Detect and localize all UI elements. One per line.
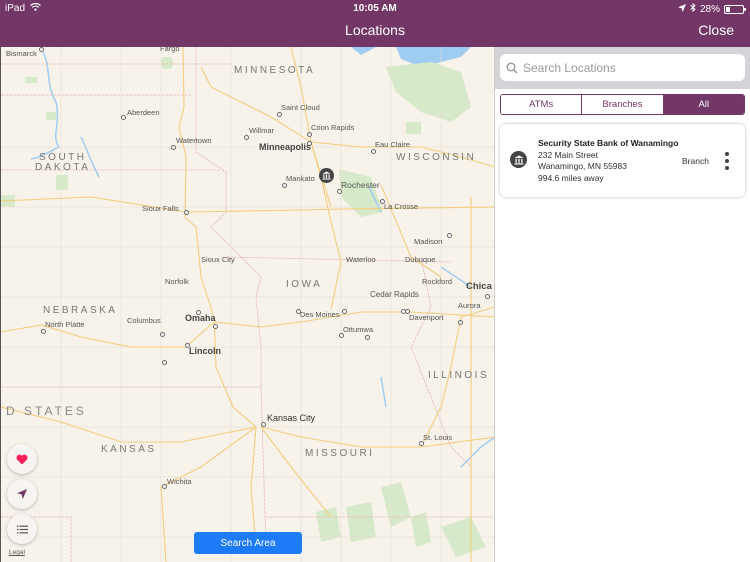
location-name: Security State Bank of Wanamingo: [538, 138, 679, 148]
search-field[interactable]: [500, 54, 745, 81]
city-label: Saint Cloud: [281, 103, 320, 112]
location-city: Wanamingo, MN 55983: [538, 161, 627, 171]
city-marker: [458, 320, 463, 325]
city-label: Sioux Falls: [142, 204, 179, 213]
bank-location-pin[interactable]: [319, 168, 334, 183]
city-label: Willmar: [249, 126, 274, 135]
region-label: MISSOURI: [305, 448, 375, 459]
city-label: Watertown: [176, 136, 212, 145]
status-bar: iPad 10:05 AM 28%: [0, 0, 750, 16]
city-marker: [371, 149, 376, 154]
city-label: Wichita: [167, 477, 192, 486]
city-label: Minneapolis: [259, 142, 312, 152]
city-marker: [447, 233, 452, 238]
location-result-card[interactable]: Security State Bank of Wanamingo 232 Mai…: [500, 124, 745, 197]
location-arrow-icon: [677, 3, 686, 15]
city-marker: [365, 335, 370, 340]
city-label: Aberdeen: [127, 108, 160, 117]
more-options-icon[interactable]: [724, 152, 730, 170]
region-label: DAKOTA: [35, 162, 91, 173]
city-label: Mankato: [286, 174, 315, 183]
city-label: Omaha: [185, 313, 216, 323]
region-label: D STATES: [6, 404, 87, 418]
city-label: Davenport: [409, 313, 444, 322]
list-view-button[interactable]: [7, 514, 37, 544]
city-marker: [307, 132, 312, 137]
page-title: Locations: [345, 22, 405, 38]
region-label: WISCONSIN: [396, 152, 477, 163]
list-icon: [16, 525, 28, 533]
city-label: Norfolk: [165, 277, 189, 286]
city-marker: [39, 47, 44, 52]
region-label: NEBRASKA: [43, 305, 118, 316]
close-button[interactable]: Close: [698, 22, 734, 38]
city-marker: [277, 112, 282, 117]
filter-segmented-control: ATMs Branches All: [500, 94, 745, 115]
city-label: Sioux City: [201, 255, 235, 264]
city-marker: [244, 135, 249, 140]
location-street: 232 Main Street: [538, 150, 599, 160]
region-label: IOWA: [286, 279, 323, 290]
battery-icon: [724, 4, 746, 14]
search-input[interactable]: [523, 60, 723, 75]
top-bar: iPad 10:05 AM 28% Locations Close: [0, 0, 750, 47]
search-area-button[interactable]: Search Area: [194, 532, 302, 554]
city-label: Kansas City: [267, 413, 316, 423]
search-icon: [506, 62, 518, 73]
bank-icon: [322, 171, 331, 180]
bluetooth-icon: [690, 2, 696, 15]
city-label: Ottumwa: [343, 325, 374, 334]
region-label: ILLINOIS: [428, 370, 490, 381]
current-location-button[interactable]: [7, 479, 37, 509]
city-marker: [184, 210, 189, 215]
city-label: Aurora: [458, 301, 481, 310]
city-marker: [213, 324, 218, 329]
city-label: Rockford: [422, 277, 453, 286]
filter-all[interactable]: All: [663, 95, 744, 114]
city-marker: [160, 332, 165, 337]
city-label: St. Louis: [423, 433, 453, 442]
city-label: Bismarck: [6, 49, 37, 58]
city-label: Madison: [414, 237, 443, 246]
city-label: Coon Rapids: [311, 123, 355, 132]
city-marker: [485, 294, 490, 299]
city-label: Lincoln: [189, 346, 221, 356]
city-marker: [261, 422, 266, 427]
city-marker: [171, 145, 176, 150]
map-view[interactable]: MINNESOTA SOUTH DAKOTA WISCONSIN IOWA NE…: [0, 47, 494, 562]
city-marker: [282, 183, 287, 188]
city-marker: [41, 329, 46, 334]
favorites-button[interactable]: [7, 444, 37, 474]
city-label: Chica: [466, 281, 492, 292]
city-label: Rochester: [341, 180, 380, 190]
city-label: Eau Claire: [375, 140, 411, 149]
location-distance: 994.6 miles away: [538, 173, 604, 183]
region-label: KANSAS: [101, 444, 157, 455]
city-label: Columbus: [127, 316, 161, 325]
city-label: North Platte: [45, 320, 85, 329]
search-bar: [495, 47, 750, 89]
location-arrow-icon: [17, 489, 27, 499]
heart-icon: [16, 454, 28, 464]
region-label: MINNESOTA: [234, 65, 316, 76]
city-label: La Crosse: [384, 202, 419, 211]
locations-panel: ATMs Branches All Security State Bank of…: [494, 47, 750, 562]
filter-atms[interactable]: ATMs: [501, 95, 583, 114]
legal-link[interactable]: Legal: [9, 549, 25, 556]
locations-screen: iPad 10:05 AM 28% Locations Close MINNES…: [0, 0, 750, 562]
filter-branches[interactable]: Branches: [582, 95, 664, 114]
city-marker: [342, 309, 347, 314]
city-label: Waterloo: [346, 255, 376, 264]
city-label: Des Moines: [300, 310, 340, 319]
location-type: Branch: [682, 156, 709, 166]
city-label: Fargo: [160, 47, 180, 53]
status-time: 10:05 AM: [353, 3, 397, 14]
city-marker: [162, 360, 167, 365]
city-marker: [121, 115, 126, 120]
bank-icon: [510, 151, 527, 168]
city-label: Cedar Rapids: [370, 290, 419, 299]
city-label: Dubuque: [405, 255, 436, 264]
battery-percent: 28%: [699, 3, 720, 15]
